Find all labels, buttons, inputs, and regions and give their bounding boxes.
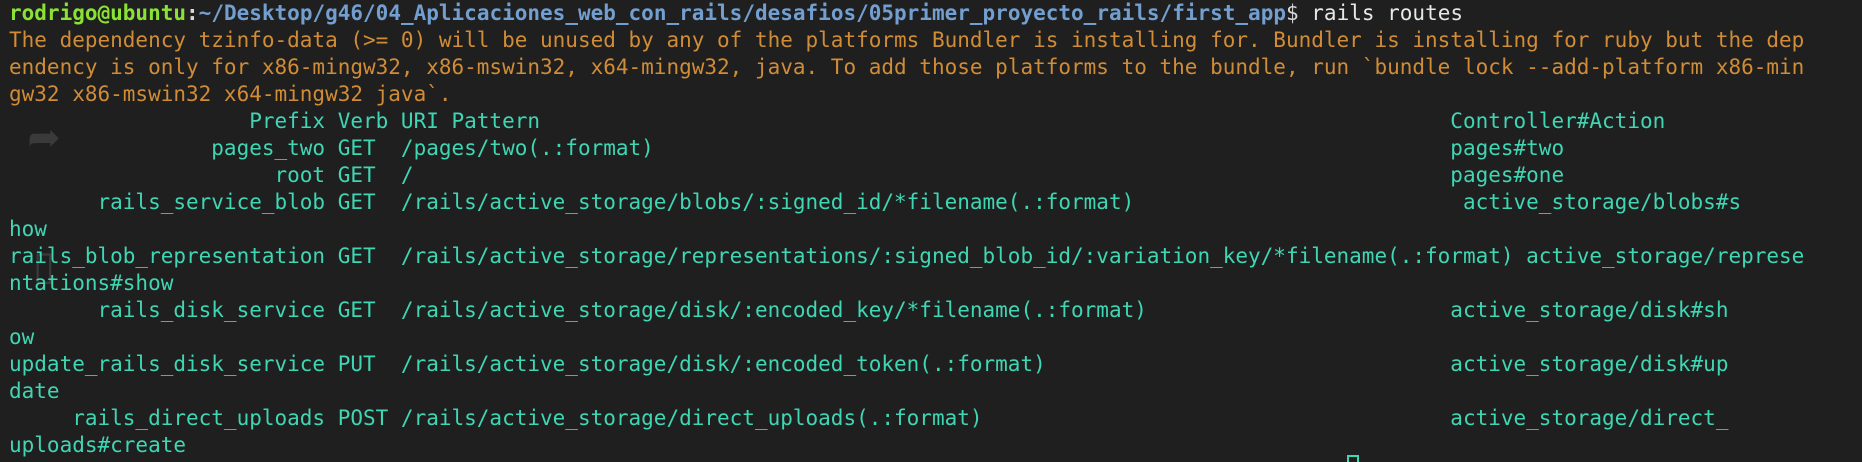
prompt-separator: :	[186, 1, 199, 25]
warning-line: endency is only for x86-mingw32, x86-msw…	[9, 55, 1805, 79]
terminal-screen: rodrigo@ubuntu:~/Desktop/g46/04_Aplicaci…	[9, 0, 1855, 459]
route-row: rails_blob_representation GET /rails/act…	[9, 244, 1805, 268]
route-row: root GET / pages#one	[9, 163, 1565, 187]
route-row: update_rails_disk_service PUT /rails/act…	[9, 352, 1729, 376]
route-row-wrap: how	[9, 217, 47, 241]
route-row-wrap: ow	[9, 325, 35, 349]
warning-line: The dependency tzinfo-data (>= 0) will b…	[9, 28, 1805, 52]
prompt-symbol: $	[1285, 1, 1312, 25]
terminal-window[interactable]: ➦ ▯ rodrigo@ubuntu:~/Desktop/g46/04_Apli…	[0, 0, 1862, 462]
prompt-line: rodrigo@ubuntu:~/Desktop/g46/04_Aplicaci…	[9, 0, 1855, 27]
route-row-wrap: date	[9, 379, 60, 403]
command-text: rails routes	[1311, 1, 1463, 25]
route-row: pages_two GET /pages/two(.:format) pages…	[9, 136, 1565, 160]
route-row: rails_direct_uploads POST /rails/active_…	[9, 406, 1729, 430]
warning-line: gw32 x86-mswin32 x64-mingw32 java`.	[9, 82, 452, 106]
prompt-user-host: rodrigo@ubuntu	[9, 1, 187, 25]
route-row-wrap: uploads#create	[9, 433, 187, 457]
prompt-path: ~/Desktop/g46/04_Aplicaciones_web_con_ra…	[198, 1, 1286, 25]
route-row: rails_service_blob GET /rails/active_sto…	[9, 190, 1742, 214]
route-row-wrap: ntations#show	[9, 271, 174, 295]
route-row: rails_disk_service GET /rails/active_sto…	[9, 298, 1729, 322]
text-cursor	[1347, 455, 1359, 462]
routes-header: Prefix Verb URI Pattern Controller#Actio…	[9, 109, 1666, 133]
